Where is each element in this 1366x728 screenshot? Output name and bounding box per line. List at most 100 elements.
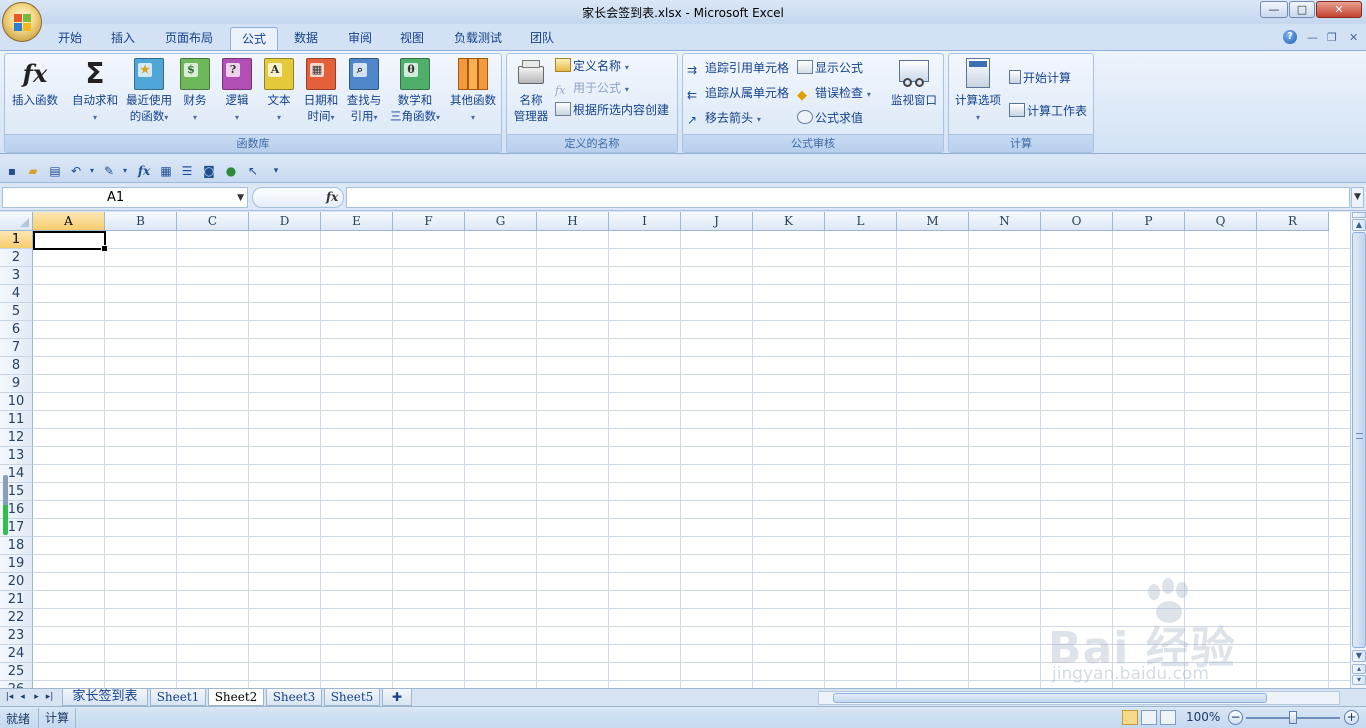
horizontal-scrollbar[interactable]	[818, 691, 1340, 705]
financial-button[interactable]: $ 财务 ▾	[177, 56, 213, 126]
evaluate-formula-button[interactable]: 公式求值	[797, 108, 863, 128]
row-header[interactable]: 20	[0, 573, 33, 591]
use-in-formula-button[interactable]: fx 用于公式 ▾	[555, 78, 629, 98]
remove-arrows-button[interactable]: ↗ 移去箭头 ▾	[687, 108, 761, 128]
column-header[interactable]: O	[1041, 212, 1113, 231]
rows-icon[interactable]: ☰	[179, 163, 195, 179]
tab-data[interactable]: 数据	[284, 27, 328, 50]
active-cell[interactable]	[33, 231, 108, 252]
math-trig-button[interactable]: θ 数学和 三角函数▾	[385, 56, 445, 126]
tab-page-layout[interactable]: 页面布局	[158, 27, 220, 50]
column-header[interactable]: L	[825, 212, 897, 231]
column-header[interactable]: I	[609, 212, 681, 231]
grid-icon[interactable]: ▦	[158, 163, 174, 179]
sheet-tab-parents[interactable]: 家长签到表	[62, 689, 148, 706]
name-manager-button[interactable]: 名称 管理器	[509, 56, 553, 124]
print-preview-icon[interactable]: ▤	[47, 163, 63, 179]
row-header[interactable]: 21	[0, 591, 33, 609]
show-formulas-button[interactable]: 显示公式	[797, 58, 863, 78]
calculate-now-button[interactable]: 开始计算	[1009, 68, 1071, 88]
prev-sheet-icon[interactable]: ◂	[17, 691, 28, 704]
column-header[interactable]: M	[897, 212, 969, 231]
next-sheet-icon[interactable]: ▸	[31, 691, 42, 704]
column-header[interactable]: C	[177, 212, 249, 231]
name-box[interactable]: A1 ▼	[2, 187, 248, 208]
row-header[interactable]: 5	[0, 303, 33, 321]
column-header[interactable]: J	[681, 212, 753, 231]
save-icon[interactable]: ▪	[4, 163, 20, 179]
column-header[interactable]: B	[105, 212, 177, 231]
first-sheet-icon[interactable]: |◂	[4, 691, 15, 704]
row-header[interactable]: 19	[0, 555, 33, 573]
column-header[interactable]: K	[753, 212, 825, 231]
normal-view-icon[interactable]	[1122, 710, 1138, 725]
tab-formulas[interactable]: 公式	[230, 27, 278, 50]
ribbon-minimize-icon[interactable]: —	[1307, 31, 1318, 44]
column-header[interactable]: A	[33, 212, 105, 231]
expand-formula-bar-icon[interactable]: ▼	[1351, 187, 1364, 208]
row-header[interactable]: 4	[0, 285, 33, 303]
fx-qat-icon[interactable]: fx	[136, 163, 152, 179]
error-checking-button[interactable]: ◆ 错误检查 ▾	[797, 83, 871, 103]
row-header[interactable]: 23	[0, 627, 33, 645]
tab-view[interactable]: 视图	[390, 27, 434, 50]
recent-functions-button[interactable]: ★ 最近使用 的函数▾	[123, 56, 175, 126]
sheet-tab-sheet2[interactable]: Sheet2	[208, 689, 264, 706]
select-all-button[interactable]	[0, 212, 33, 231]
column-header[interactable]: E	[321, 212, 393, 231]
row-header[interactable]: 3	[0, 267, 33, 285]
customize-qat-icon[interactable]: ▾	[268, 163, 284, 179]
column-header[interactable]: Q	[1185, 212, 1257, 231]
sheet-tab-sheet1[interactable]: Sheet1	[150, 689, 206, 706]
more-functions-button[interactable]: 其他函数 ▾	[445, 56, 501, 126]
tab-review[interactable]: 审阅	[338, 27, 382, 50]
format-painter-icon[interactable]: ✎	[101, 163, 117, 179]
split-box[interactable]	[1352, 212, 1366, 218]
calculation-options-button[interactable]: 计算选项 ▾	[951, 56, 1005, 126]
row-header[interactable]: 7	[0, 339, 33, 357]
zoom-in-icon[interactable]: +	[1344, 710, 1359, 725]
row-header[interactable]: 18	[0, 537, 33, 555]
row-header[interactable]: 24	[0, 645, 33, 663]
row-header[interactable]: 10	[0, 393, 33, 411]
insert-function-icon[interactable]: fx	[326, 190, 338, 204]
pointer-icon[interactable]: ↖	[245, 163, 261, 179]
maximize-button[interactable]: □	[1289, 1, 1315, 18]
column-header[interactable]: G	[465, 212, 537, 231]
tab-team[interactable]: 团队	[520, 27, 564, 50]
autosum-button[interactable]: Σ 自动求和 ▾	[67, 56, 123, 126]
watch-window-button[interactable]: 监视窗口	[887, 56, 941, 108]
undo-dropdown-icon[interactable]: ▾	[84, 163, 100, 179]
undo-icon[interactable]: ↶	[68, 163, 84, 179]
zoom-out-icon[interactable]: −	[1228, 710, 1243, 725]
open-folder-icon[interactable]: ▰	[25, 163, 41, 179]
close-button[interactable]: ✕	[1316, 1, 1362, 18]
page-layout-view-icon[interactable]	[1141, 710, 1157, 725]
define-name-button[interactable]: 定义名称 ▾	[555, 56, 629, 76]
row-header[interactable]: 9	[0, 375, 33, 393]
column-header[interactable]: N	[969, 212, 1041, 231]
last-sheet-icon[interactable]: ▸|	[44, 691, 55, 704]
ribbon-restore-icon[interactable]: ❐	[1327, 31, 1337, 44]
row-header[interactable]: 25	[0, 663, 33, 681]
tab-insert[interactable]: 插入	[101, 27, 145, 50]
next-page-icon[interactable]: ▾	[1352, 675, 1366, 685]
scroll-up-icon[interactable]: ▲	[1352, 219, 1366, 231]
tab-load-test[interactable]: 负载测试	[446, 27, 510, 50]
vertical-scrollbar[interactable]: ▲ ▼ ▴ ▾	[1350, 212, 1366, 688]
column-header[interactable]: R	[1257, 212, 1329, 231]
calculate-sheet-button[interactable]: 计算工作表	[1009, 101, 1087, 121]
cells-area[interactable]	[33, 231, 1350, 688]
sheet-tab-sheet3[interactable]: Sheet3	[266, 689, 322, 706]
column-header[interactable]: F	[393, 212, 465, 231]
trace-dependents-button[interactable]: ⇇ 追踪从属单元格	[687, 83, 789, 103]
row-header[interactable]: 22	[0, 609, 33, 627]
row-header[interactable]: 12	[0, 429, 33, 447]
text-functions-button[interactable]: A 文本 ▾	[261, 56, 297, 126]
column-header[interactable]: P	[1113, 212, 1185, 231]
camera-icon[interactable]: ◙	[201, 163, 217, 179]
horizontal-scroll-thumb[interactable]	[833, 693, 1267, 703]
row-header[interactable]: 2	[0, 249, 33, 267]
create-from-selection-button[interactable]: 根据所选内容创建	[555, 100, 669, 120]
tab-home[interactable]: 开始	[48, 27, 92, 50]
